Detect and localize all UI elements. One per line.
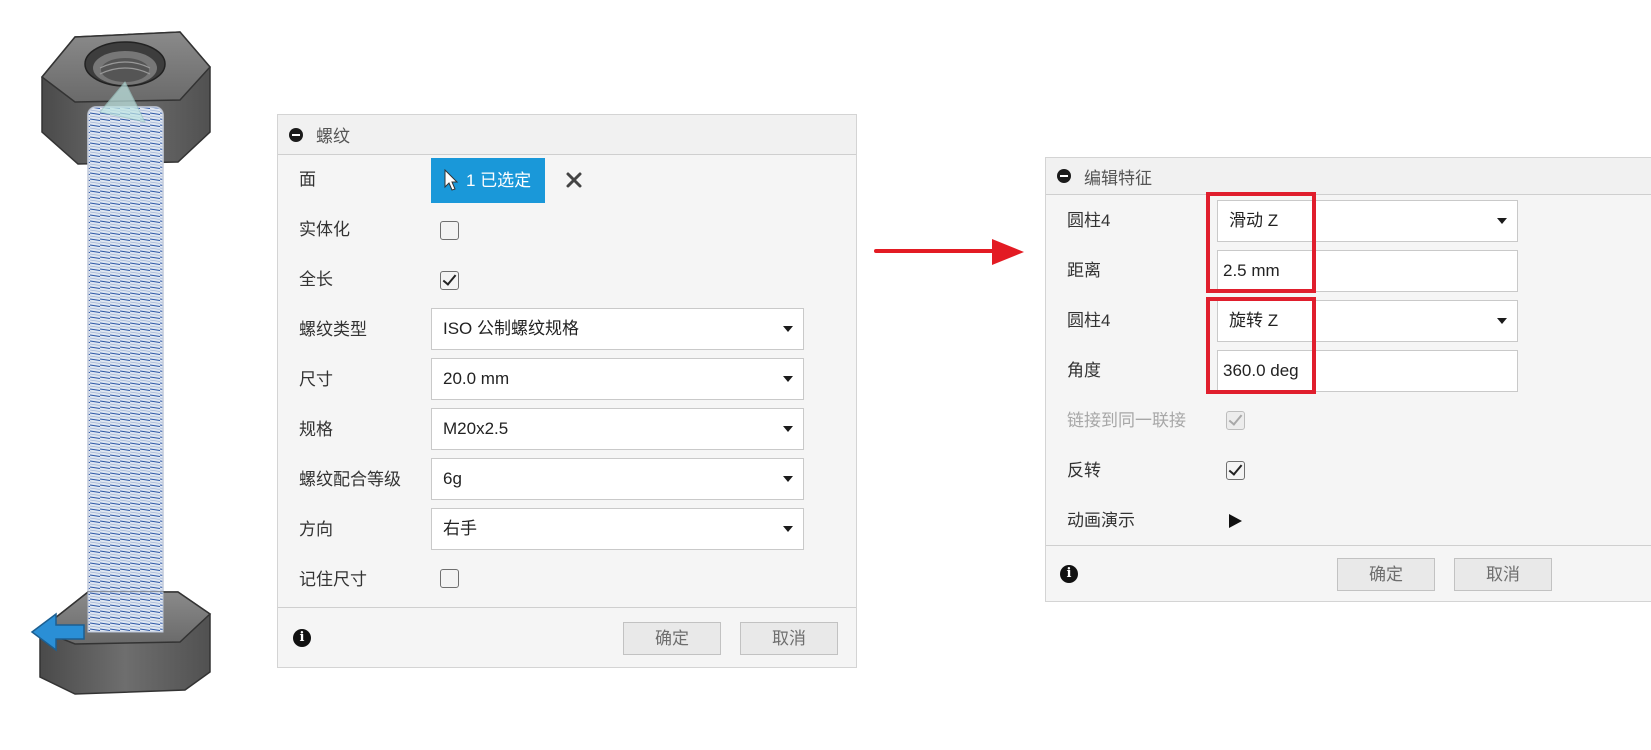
face-selection-button[interactable]: 1 已选定 xyxy=(431,158,545,203)
dialog-footer: i 确定 取消 xyxy=(1046,545,1651,601)
designation-label: 规格 xyxy=(299,420,333,439)
animate-label: 动画演示 xyxy=(1067,511,1135,530)
distance-input[interactable]: 2.5 mm xyxy=(1217,250,1518,292)
size-label: 尺寸 xyxy=(299,370,333,389)
flip-label: 反转 xyxy=(1067,461,1101,480)
remember-size-row: 记住尺寸 xyxy=(278,555,856,605)
animate-row: 动画演示 xyxy=(1046,496,1651,546)
cancel-button[interactable]: 取消 xyxy=(1454,558,1552,591)
angle-input[interactable]: 360.0 deg xyxy=(1217,350,1518,392)
cancel-button[interactable]: 取消 xyxy=(740,622,838,655)
slide-joint-label: 圆柱4 xyxy=(1067,211,1111,230)
chevron-down-icon xyxy=(783,526,793,532)
face-label: 面 xyxy=(299,170,316,189)
info-icon[interactable]: i xyxy=(293,629,311,647)
thread-dialog: 螺纹 面 1 已选定 实体化 全长 螺纹类型 ISO 公制螺纹规格 尺寸 20.… xyxy=(277,114,857,668)
full-length-label: 全长 xyxy=(299,270,333,289)
distance-row: 距离 2.5 mm xyxy=(1046,246,1651,296)
designation-row: 规格 M20x2.5 xyxy=(278,405,856,455)
thread-type-label: 螺纹类型 xyxy=(299,320,367,339)
thread-type-select[interactable]: ISO 公制螺纹规格 xyxy=(431,308,804,350)
clear-selection-icon[interactable] xyxy=(563,169,585,191)
chevron-down-icon xyxy=(783,376,793,382)
flip-checkbox[interactable] xyxy=(1226,461,1245,480)
modeled-checkbox[interactable] xyxy=(440,221,459,240)
direction-row: 方向 右手 xyxy=(278,505,856,555)
chevron-down-icon xyxy=(783,476,793,482)
direction-select[interactable]: 右手 xyxy=(431,508,804,550)
angle-value: 360.0 deg xyxy=(1223,361,1299,380)
slide-row: 圆柱4 滑动 Z xyxy=(1046,196,1651,246)
collapse-icon[interactable] xyxy=(1057,169,1071,183)
chevron-down-icon xyxy=(783,326,793,332)
link-row: 链接到同一联接 xyxy=(1046,396,1651,446)
dialog-header: 编辑特征 xyxy=(1046,158,1651,195)
slide-axis-select[interactable]: 滑动 Z xyxy=(1217,200,1518,242)
ok-button[interactable]: 确定 xyxy=(623,622,721,655)
angle-label: 角度 xyxy=(1067,361,1101,380)
class-row: 螺纹配合等级 6g xyxy=(278,455,856,505)
dialog-title: 螺纹 xyxy=(316,127,350,146)
slide-axis-value: 滑动 Z xyxy=(1229,211,1279,230)
rotate-row: 圆柱4 旋转 Z xyxy=(1046,296,1651,346)
link-label: 链接到同一联接 xyxy=(1067,411,1186,430)
flip-row: 反转 xyxy=(1046,446,1651,496)
selection-count: 1 已选定 xyxy=(466,171,532,190)
dialog-footer: i 确定 取消 xyxy=(278,607,856,667)
designation-select[interactable]: M20x2.5 xyxy=(431,408,804,450)
designation-value: M20x2.5 xyxy=(443,419,509,438)
chevron-down-icon xyxy=(783,426,793,432)
link-checkbox xyxy=(1226,411,1245,430)
bolt-shank[interactable] xyxy=(87,106,164,653)
dialog-title: 编辑特征 xyxy=(1084,168,1152,188)
size-select[interactable]: 20.0 mm xyxy=(431,358,804,400)
full-length-row: 全长 xyxy=(278,255,856,305)
remember-size-checkbox[interactable] xyxy=(440,569,459,588)
class-label: 螺纹配合等级 xyxy=(299,470,401,489)
rotate-joint-label: 圆柱4 xyxy=(1067,311,1111,330)
play-icon[interactable] xyxy=(1229,514,1242,528)
chevron-down-icon xyxy=(1497,218,1507,224)
size-row: 尺寸 20.0 mm xyxy=(278,355,856,405)
edit-feature-dialog: 编辑特征 圆柱4 滑动 Z 距离 2.5 mm 圆柱4 旋转 Z 角度 360.… xyxy=(1045,157,1651,602)
thread-type-row: 螺纹类型 ISO 公制螺纹规格 xyxy=(278,305,856,355)
direction-label: 方向 xyxy=(299,520,333,539)
distance-value: 2.5 mm xyxy=(1223,261,1280,280)
dialog-header: 螺纹 xyxy=(278,115,856,155)
modeled-label: 实体化 xyxy=(299,220,350,239)
bottom-nut xyxy=(38,591,212,695)
direction-value: 右手 xyxy=(443,519,477,538)
rotate-axis-value: 旋转 Z xyxy=(1229,311,1279,330)
remember-size-label: 记住尺寸 xyxy=(299,570,367,589)
ok-button[interactable]: 确定 xyxy=(1337,558,1435,591)
transition-arrow-icon xyxy=(874,239,1024,265)
class-select[interactable]: 6g xyxy=(431,458,804,500)
full-length-checkbox[interactable] xyxy=(440,271,459,290)
collapse-icon[interactable] xyxy=(289,127,303,142)
distance-label: 距离 xyxy=(1067,261,1101,280)
info-icon[interactable]: i xyxy=(1060,565,1078,583)
chevron-down-icon xyxy=(1497,318,1507,324)
bolt-model-viewport[interactable] xyxy=(30,22,230,732)
modeled-row: 实体化 xyxy=(278,205,856,255)
thread-type-value: ISO 公制螺纹规格 xyxy=(443,319,580,338)
rotate-axis-select[interactable]: 旋转 Z xyxy=(1217,300,1518,342)
class-value: 6g xyxy=(443,469,462,488)
angle-row: 角度 360.0 deg xyxy=(1046,346,1651,396)
cursor-icon xyxy=(444,169,459,191)
size-value: 20.0 mm xyxy=(443,369,510,388)
